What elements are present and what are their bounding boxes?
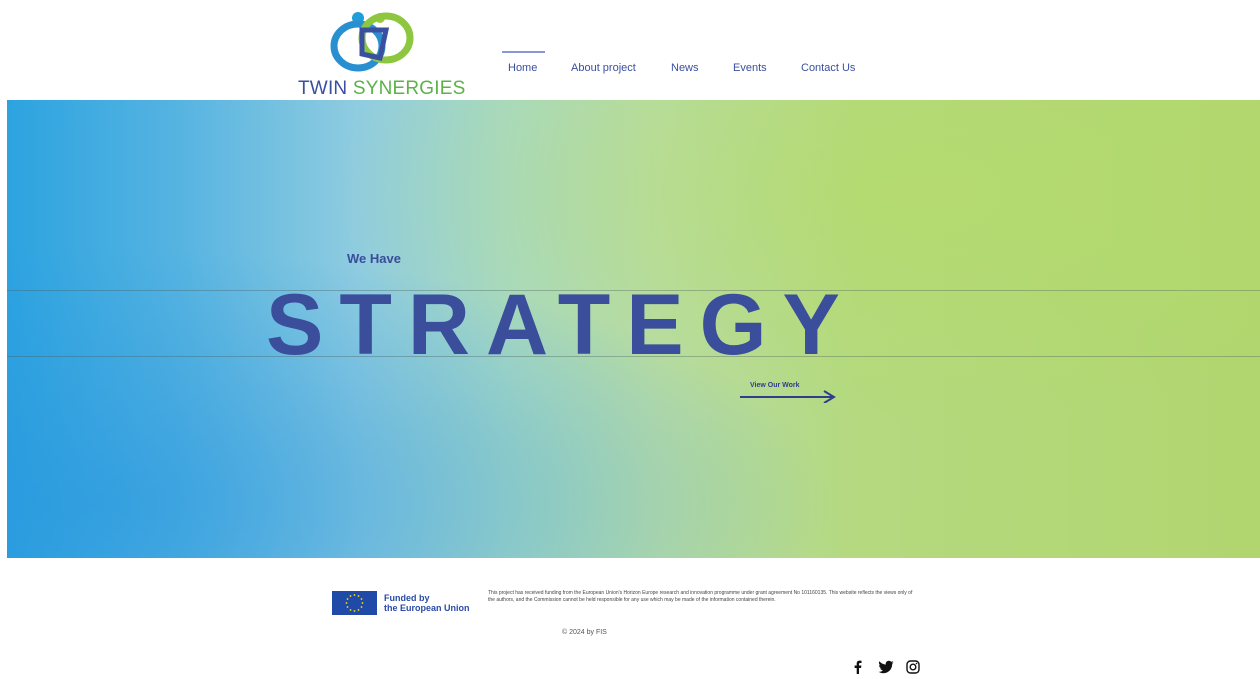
hero-subheading: We Have — [347, 251, 401, 266]
eu-funding-line2: the European Union — [384, 603, 470, 613]
twitter-icon[interactable] — [878, 660, 894, 679]
nav-item-events[interactable]: Events — [733, 62, 767, 74]
view-our-work-link[interactable]: View Our Work — [740, 382, 840, 404]
hero-banner: We Have STRATEGY View Our Work — [7, 100, 1260, 558]
arrow-right-icon — [740, 390, 836, 403]
logo-word-synergies: SYNERGIES — [347, 78, 466, 99]
funding-disclaimer: This project has received funding from t… — [488, 590, 913, 603]
facebook-icon[interactable] — [853, 660, 863, 679]
logo-word-twin: TWIN — [298, 78, 348, 99]
logo-mark-icon — [330, 12, 414, 72]
hero-heading: STRATEGY — [266, 277, 856, 373]
eu-flag-icon — [332, 591, 377, 615]
site-logo[interactable]: TWIN SYNERGIES — [298, 8, 465, 99]
eu-funding-line1: Funded by — [384, 593, 430, 603]
site-header: TWIN SYNERGIES Home About project News E… — [0, 0, 1260, 100]
instagram-icon[interactable] — [906, 660, 920, 679]
copyright-text: © 2024 by FIS — [562, 629, 607, 636]
nav-item-contact-us[interactable]: Contact Us — [801, 62, 855, 74]
nav-item-about-project[interactable]: About project — [571, 62, 636, 74]
logo-wordmark: TWIN SYNERGIES — [298, 78, 468, 100]
nav-item-home[interactable]: Home — [501, 51, 546, 74]
eu-funding-label: Funded by the European Union — [384, 593, 470, 613]
nav-item-news[interactable]: News — [671, 62, 699, 74]
